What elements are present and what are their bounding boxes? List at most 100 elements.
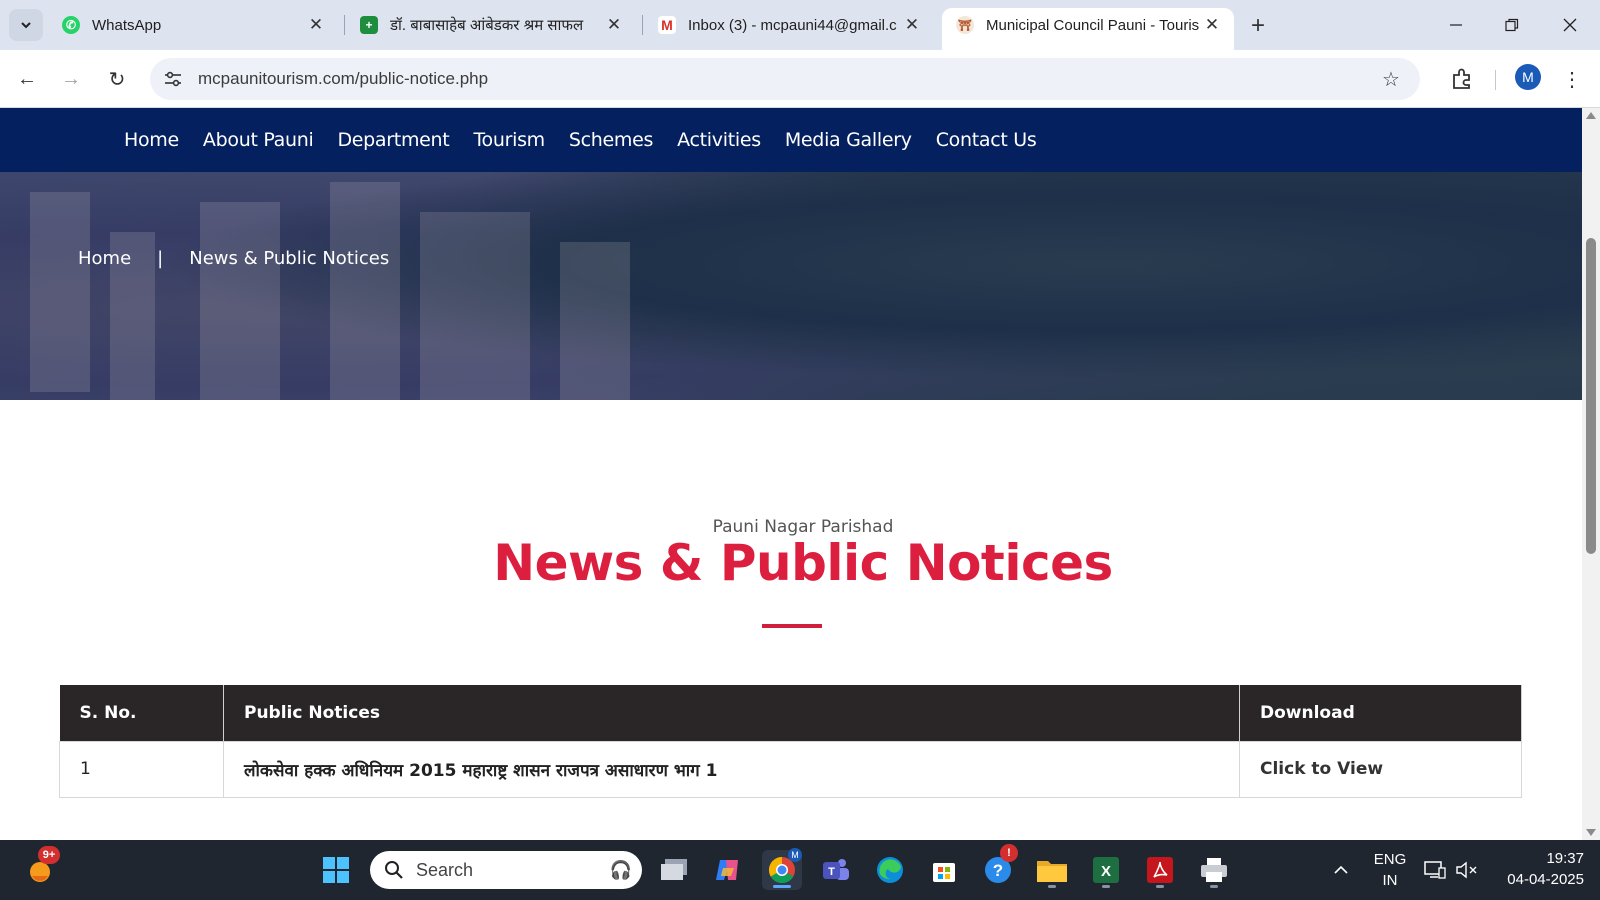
close-icon[interactable]: ✕	[604, 15, 624, 35]
volume-muted-icon	[1456, 861, 1477, 879]
url-text[interactable]: mcpaunitourism.com/public-notice.php	[198, 69, 1376, 89]
page-scrollbar[interactable]	[1582, 108, 1600, 840]
windows-logo-icon	[323, 857, 349, 883]
search-highlight-icon: 🎧	[609, 859, 632, 880]
browser-toolbar: ← → ↻ mcpaunitourism.com/public-notice.p…	[0, 50, 1600, 108]
scroll-down-icon[interactable]	[1586, 829, 1596, 836]
network-status-button[interactable]	[1422, 840, 1448, 900]
breadcrumb-separator: |	[157, 248, 164, 269]
help-button[interactable]: ? !	[978, 844, 1018, 890]
click-to-view-link[interactable]: Click to View	[1239, 740, 1522, 798]
chrome-profile-icon: M	[788, 848, 802, 862]
scrollbar-thumb[interactable]	[1586, 238, 1596, 554]
nav-about-pauni[interactable]: About Pauni	[203, 129, 314, 151]
tab-sheets[interactable]: + डॉ. बाबासाहेब आंबेडकर श्रम साफल ✕	[346, 8, 636, 42]
table-header-row: S. No. Public Notices Download	[59, 685, 1522, 741]
system-clock[interactable]: 19:37 04-04-2025	[1494, 848, 1584, 890]
profile-avatar[interactable]: M	[1515, 64, 1541, 90]
close-window-button[interactable]	[1550, 10, 1590, 40]
acrobat-button[interactable]	[1140, 850, 1180, 890]
cell-sno: 1	[59, 740, 224, 798]
close-icon[interactable]: ✕	[306, 15, 326, 35]
nav-tourism[interactable]: Tourism	[473, 129, 545, 151]
clock-date: 04-04-2025	[1507, 871, 1584, 888]
nav-activities[interactable]: Activities	[677, 129, 761, 151]
show-hidden-icons-button[interactable]	[1326, 840, 1356, 900]
column-header-notices: Public Notices	[223, 685, 1240, 741]
hero-banner: Home | News & Public Notices	[0, 172, 1582, 400]
scroll-up-icon[interactable]	[1586, 112, 1596, 119]
teams-button[interactable]: T	[816, 850, 856, 890]
restore-button[interactable]	[1492, 10, 1532, 40]
store-icon	[933, 863, 955, 882]
chevron-down-icon	[21, 22, 31, 29]
column-header-sno: S. No.	[59, 685, 224, 741]
hero-building	[420, 212, 530, 400]
whatsapp-icon: ✆	[62, 16, 80, 34]
volume-button[interactable]	[1454, 840, 1480, 900]
copilot-button[interactable]	[708, 850, 748, 890]
svg-text:X: X	[1101, 863, 1111, 880]
nav-schemes[interactable]: Schemes	[569, 129, 654, 151]
hero-building	[30, 192, 90, 392]
excel-icon: X	[1093, 857, 1119, 883]
nav-home[interactable]: Home	[124, 129, 179, 151]
close-icon[interactable]: ✕	[1202, 15, 1222, 35]
extensions-button[interactable]	[1446, 63, 1478, 95]
plus-icon: +	[1250, 12, 1265, 39]
more-vert-icon: ⋮	[1562, 68, 1582, 91]
title-underline	[762, 624, 822, 628]
new-tab-button[interactable]: +	[1244, 12, 1272, 40]
chrome-taskbar-button[interactable]: M	[762, 848, 802, 890]
tab-gmail[interactable]: M Inbox (3) - mcpauni44@gmail.c ✕	[644, 8, 934, 42]
address-bar[interactable]: mcpaunitourism.com/public-notice.php ☆	[150, 58, 1420, 100]
running-indicator	[1156, 885, 1164, 888]
widgets-button[interactable]: 9+	[20, 846, 60, 890]
region-code: IN	[1382, 872, 1398, 889]
more-menu-button[interactable]: ⋮	[1560, 64, 1584, 94]
nav-department[interactable]: Department	[337, 129, 449, 151]
edge-button[interactable]	[870, 850, 910, 890]
running-indicator	[1048, 885, 1056, 888]
back-button[interactable]: ←	[10, 62, 44, 96]
reload-button[interactable]: ↻	[100, 62, 134, 96]
excel-button[interactable]: X	[1086, 850, 1126, 890]
site-info-button[interactable]	[154, 64, 192, 94]
cell-notice-title: लोकसेवा हक्क अधिनियम 2015 महाराष्ट्र शास…	[223, 740, 1240, 798]
printer-icon	[1201, 858, 1227, 882]
start-button[interactable]	[316, 850, 356, 890]
bookmark-star-icon[interactable]: ☆	[1376, 64, 1406, 94]
store-button[interactable]	[924, 850, 964, 890]
council-emblem-icon: ⛩	[956, 16, 974, 34]
sheets-icon: +	[360, 16, 378, 34]
nav-media-gallery[interactable]: Media Gallery	[785, 129, 912, 151]
printer-button[interactable]	[1194, 850, 1234, 890]
forward-button[interactable]: →	[54, 62, 88, 96]
nav-contact-us[interactable]: Contact Us	[936, 129, 1037, 151]
language-indicator[interactable]: ENG IN	[1370, 849, 1410, 891]
acrobat-icon	[1147, 857, 1173, 883]
tab-title: Inbox (3) - mcpauni44@gmail.c	[688, 16, 897, 34]
tab-whatsapp[interactable]: ✆ WhatsApp ✕	[48, 8, 338, 42]
close-icon[interactable]: ✕	[902, 15, 922, 35]
table-row: 1 लोकसेवा हक्क अधिनियम 2015 महाराष्ट्र श…	[59, 740, 1522, 798]
restore-icon	[1505, 18, 1519, 32]
tab-strip: ✆ WhatsApp ✕ + डॉ. बाबासाहेब आंबेडकर श्र…	[0, 0, 1600, 50]
tab-title: Municipal Council Pauni - Touris	[986, 16, 1200, 34]
breadcrumb-home[interactable]: Home	[78, 248, 131, 269]
tab-municipal-council[interactable]: ⛩ Municipal Council Pauni - Touris ✕	[942, 8, 1234, 50]
edge-icon	[877, 857, 903, 883]
hero-building	[200, 202, 280, 400]
windows-taskbar: 9+ Search 🎧 M T ? ! X ENG IN 19:37 04-04…	[0, 840, 1600, 900]
file-explorer-button[interactable]	[1032, 850, 1072, 890]
task-view-button[interactable]	[654, 850, 694, 890]
close-icon	[1563, 18, 1577, 32]
taskbar-search[interactable]: Search 🎧	[370, 851, 642, 889]
task-view-icon	[661, 859, 687, 880]
search-label: Search	[416, 859, 474, 880]
tab-search-button[interactable]	[9, 9, 43, 41]
minimize-button[interactable]	[1436, 10, 1476, 40]
teams-icon: T	[823, 859, 849, 880]
tune-icon	[165, 71, 181, 87]
puzzle-icon	[1453, 68, 1470, 89]
